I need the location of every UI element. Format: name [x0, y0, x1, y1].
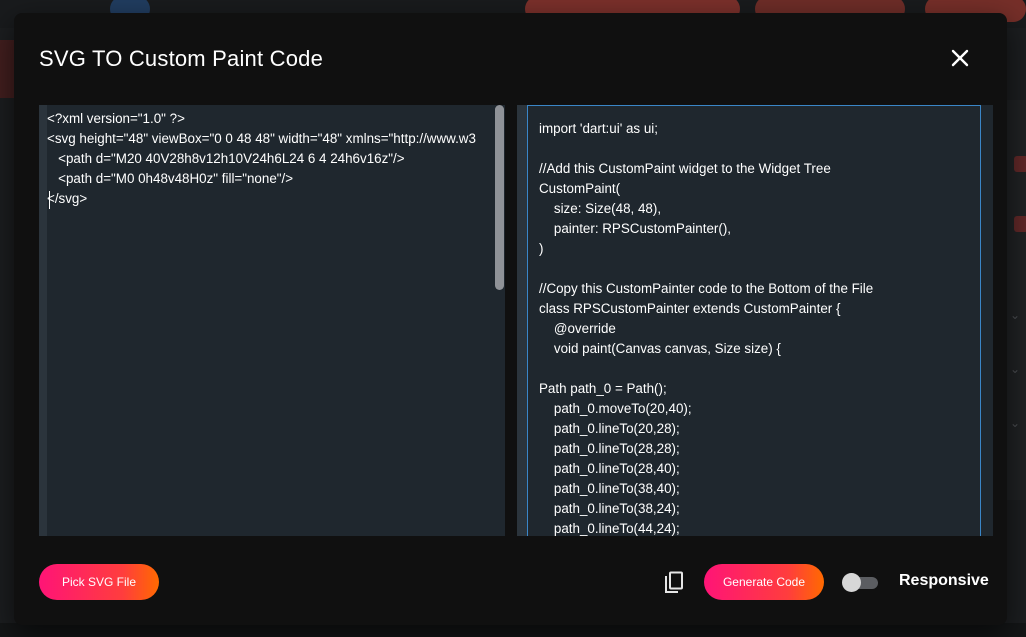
close-icon: [951, 49, 969, 67]
code-line: void paint(Canvas canvas, Size size) {: [539, 341, 781, 356]
generate-code-button[interactable]: Generate Code: [704, 564, 824, 600]
code-line: path_0.lineTo(38,40);: [539, 481, 680, 496]
code-line: @override: [539, 321, 616, 336]
text-caret: [49, 191, 50, 209]
svg-input-code[interactable]: <?xml version="1.0" ?> <svg height="48" …: [47, 109, 476, 209]
vertical-scrollbar[interactable]: [495, 105, 504, 290]
code-line: Path path_0 = Path();: [539, 381, 667, 396]
code-line: path_0.lineTo(20,28);: [539, 421, 680, 436]
code-line: <path d="M20 40V28h8v12h10V24h6L24 6 4 2…: [47, 151, 405, 166]
code-line: path_0.lineTo(44,24);: [539, 521, 680, 536]
generated-code[interactable]: import 'dart:ui' as ui; //Add this Custo…: [539, 119, 873, 536]
editor-gutter: [39, 105, 47, 536]
code-line: <?xml version="1.0" ?>: [47, 111, 185, 126]
code-line: path_0.moveTo(20,40);: [539, 401, 692, 416]
responsive-label: Responsive: [899, 572, 989, 589]
code-line: import 'dart:ui' as ui;: [539, 121, 658, 136]
responsive-toggle[interactable]: [842, 573, 878, 592]
code-line: path_0.lineTo(38,24);: [539, 501, 680, 516]
code-line: path_0.lineTo(28,40);: [539, 461, 680, 476]
code-line: ): [539, 241, 544, 256]
code-line: //Copy this CustomPainter code to the Bo…: [539, 281, 874, 296]
code-line: path_0.lineTo(28,28);: [539, 441, 680, 456]
copy-code-button[interactable]: [663, 571, 685, 595]
generated-code-frame: import 'dart:ui' as ui; //Add this Custo…: [527, 105, 981, 536]
pick-svg-file-button[interactable]: Pick SVG File: [39, 564, 159, 600]
code-line: CustomPaint(: [539, 181, 621, 196]
svg-to-custom-paint-dialog: SVG TO Custom Paint Code <?xml version="…: [14, 13, 1007, 625]
code-line: </svg>: [47, 191, 88, 206]
code-line: <svg height="48" viewBox="0 0 48 48" wid…: [47, 131, 476, 146]
code-line: size: Size(48, 48),: [539, 201, 662, 216]
code-line: //Add this CustomPaint widget to the Wid…: [539, 161, 831, 176]
toggle-thumb: [842, 573, 861, 592]
code-line: <path d="M0 0h48v48H0z" fill="none"/>: [47, 171, 294, 186]
code-line: class RPSCustomPainter extends CustomPai…: [539, 301, 841, 316]
generated-code-editor[interactable]: import 'dart:ui' as ui; //Add this Custo…: [517, 105, 993, 536]
dialog-title: SVG TO Custom Paint Code: [39, 46, 324, 71]
copy-icon: [665, 571, 683, 593]
code-line: painter: RPSCustomPainter(),: [539, 221, 732, 236]
close-button[interactable]: [945, 47, 975, 73]
svg-input-editor[interactable]: <?xml version="1.0" ?> <svg height="48" …: [39, 105, 505, 536]
